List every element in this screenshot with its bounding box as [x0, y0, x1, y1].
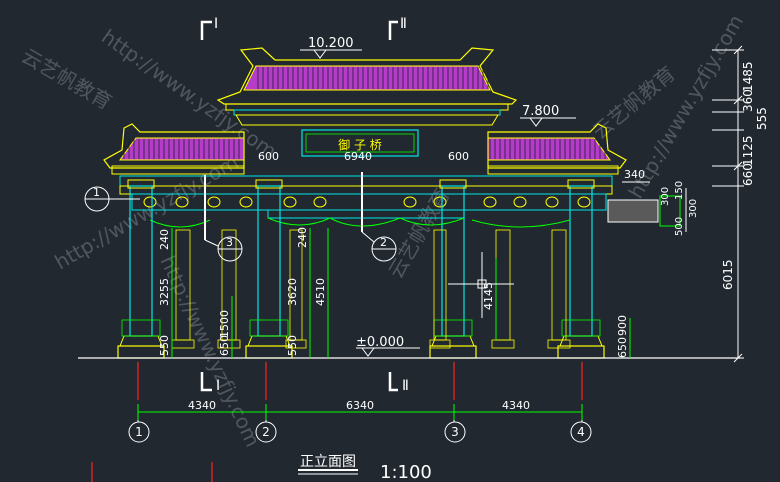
callout-3: 3 — [226, 236, 233, 249]
inner-column — [547, 229, 571, 349]
axis-label-4: 4 — [577, 425, 585, 439]
title-text: 正立面图 — [300, 454, 356, 470]
dim-left-3255: 3255 — [158, 278, 171, 306]
dim-right-1125: 1125 — [741, 135, 755, 166]
detail-300a: 300 — [660, 187, 671, 206]
elevation-side: 7.800 — [522, 104, 559, 119]
section-mark-top-right: Ⅱ — [400, 16, 407, 32]
section-mark-top-left: Ⅰ — [214, 16, 218, 32]
dim-center-left-240: 240 — [296, 227, 309, 248]
inner-column — [429, 229, 451, 349]
inner-column — [491, 229, 515, 349]
section-mark-bottom-right: Ⅱ — [402, 378, 409, 394]
detail-300b: 300 — [688, 199, 699, 218]
dim-right-360: 360 — [741, 89, 755, 112]
dim-right-6015: 6015 — [721, 259, 735, 290]
dim-left-inner-1500: 1500 — [218, 310, 231, 338]
dim-center-left-3620: 3620 — [286, 278, 299, 306]
right-dims — [712, 45, 744, 363]
detail-340: 340 — [624, 168, 645, 181]
column — [245, 179, 293, 359]
dim-top-left: 600 — [258, 150, 279, 163]
dim-left-inner-650: 650 — [218, 335, 231, 356]
watermark-brand: 云艺帆教育 — [18, 44, 117, 115]
detail-500: 500 — [674, 217, 685, 236]
center-roof — [216, 47, 518, 126]
axis-bubbles — [128, 420, 592, 443]
dim-bottom-1: 4340 — [188, 399, 216, 412]
axis-label-2: 2 — [262, 425, 270, 439]
dim-top-center: 6940 — [344, 150, 372, 163]
dim-bottom-3: 4340 — [502, 399, 530, 412]
cad-cursor — [448, 252, 514, 318]
dim-right-900: 900 — [616, 315, 629, 336]
drawing-title: 正立面图 1:100 — [298, 454, 432, 482]
section-mark-bottom-left: Ⅰ — [216, 378, 220, 394]
detail-150: 150 — [674, 181, 685, 200]
dim-center-4510: 4510 — [314, 278, 327, 306]
dim-bottom-2: 6340 — [346, 399, 374, 412]
dim-center-right-4145: 4145 — [482, 282, 495, 310]
elevation-top: 10.200 — [308, 36, 354, 51]
dim-right-650: 650 — [616, 337, 629, 358]
watermark-brand: 云艺帆教育 — [384, 184, 455, 283]
callout-1: 1 — [93, 186, 100, 199]
scale-text: 1:100 — [380, 462, 432, 482]
callout-2: 2 — [380, 236, 387, 249]
dim-right-1485: 1485 — [741, 61, 755, 92]
dim-top-right: 600 — [448, 150, 469, 163]
dim-center-left-550: 550 — [286, 335, 299, 356]
elevation-ground: ±0.000 — [356, 335, 404, 350]
axis-label-1: 1 — [135, 425, 143, 439]
dim-right-555: 555 — [755, 107, 769, 130]
dim-right-660: 660 — [741, 163, 755, 186]
elevation-drawing: http://www.yzfjy.com http://www.yzfjy.co… — [18, 10, 769, 482]
axis-label-3: 3 — [451, 425, 459, 439]
dim-left-240: 240 — [158, 229, 171, 250]
dim-left-550: 550 — [158, 335, 171, 356]
